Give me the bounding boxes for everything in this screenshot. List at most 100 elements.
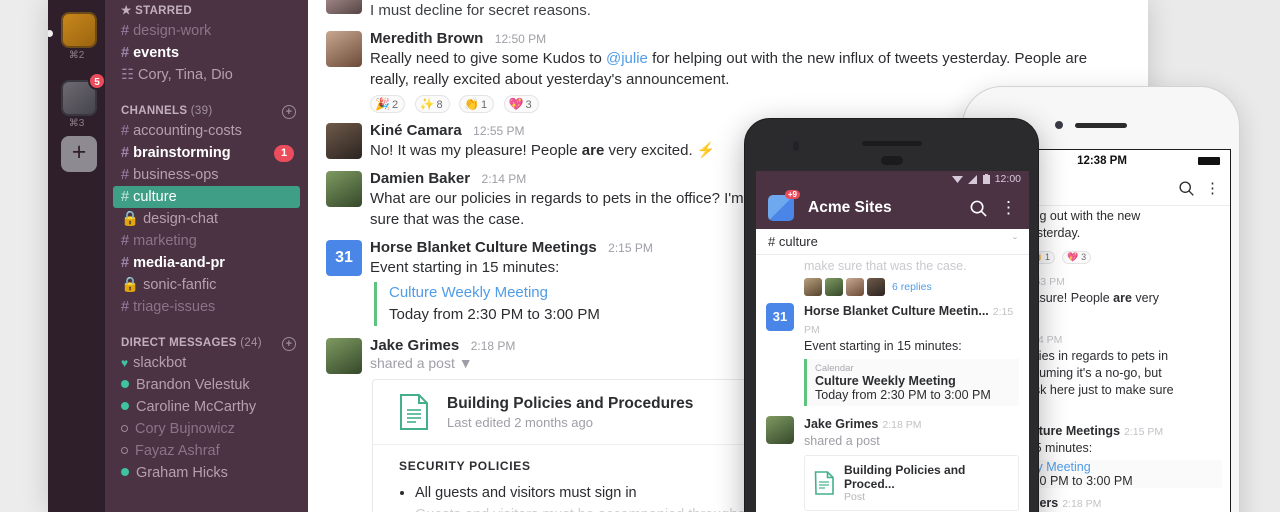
avatar[interactable] [326, 31, 362, 67]
post-attachment-card[interactable]: Building Policies and Proced... Post [804, 455, 1019, 511]
search-icon[interactable] [1178, 180, 1195, 197]
sidebar-item-marketing[interactable]: # marketing [105, 230, 308, 252]
message-timestamp: 2:18 PM [882, 419, 922, 431]
shared-post-label: shared a post [804, 434, 880, 448]
presence-online-icon [121, 468, 129, 476]
sidebar-item-brandon-velestuk[interactable]: Brandon Velestuk [105, 374, 308, 396]
sidebar-item-business-ops[interactable]: # business-ops [105, 164, 308, 186]
reaction-emoji: ✨ [419, 97, 435, 111]
message-author[interactable]: Horse Blanket Culture Meetin... [804, 304, 989, 318]
thread-avatar [825, 278, 843, 296]
sidebar-item-label: design-work [133, 23, 212, 39]
hash-icon: # [121, 123, 130, 139]
sidebar-item-label: design-chat [143, 211, 219, 227]
avatar[interactable] [326, 0, 362, 14]
thread-avatar [846, 278, 864, 296]
page-background [0, 0, 48, 512]
reaction-pill[interactable]: 💖 3 [1062, 251, 1092, 264]
message-timestamp: 2:18 PM [470, 339, 516, 353]
sidebar-item-label: Cory, Tina, Dio [138, 67, 233, 83]
reaction-pill[interactable]: 👏 1 [459, 95, 495, 113]
message-timestamp: 12:50 PM [494, 32, 547, 46]
add-channel-icon[interactable]: + [282, 105, 296, 119]
message-author[interactable]: Horse Blanket Culture Meetings [370, 239, 597, 256]
channel-name[interactable]: # culture [768, 234, 1013, 249]
workspace-unread-badge: 5 [88, 72, 106, 90]
message-timestamp: 2:15 PM [608, 241, 653, 255]
hash-icon: # [121, 45, 130, 61]
search-icon[interactable] [969, 199, 988, 218]
chevron-down-icon[interactable]: ˇ [1013, 235, 1017, 249]
overflow-menu-icon[interactable]: ⋮ [1205, 181, 1220, 196]
sidebar-item-accounting-costs[interactable]: # accounting-costs [105, 120, 308, 142]
sidebar-item-fayaz-ashraf[interactable]: Fayaz Ashraf [105, 440, 308, 462]
sidebar-item-label: Caroline McCarthy [136, 399, 257, 415]
sidebar-item-label: media-and-pr [133, 255, 225, 271]
sidebar-item-media-and-pr[interactable]: # media-and-pr [105, 252, 308, 274]
android-message-list: make sure that was the case. 6 replies 3… [756, 255, 1029, 512]
sidebar-item-caroline-mccarthy[interactable]: Caroline McCarthy [105, 396, 308, 418]
presence-away-icon [121, 425, 128, 432]
sidebar-item-events[interactable]: # events [105, 42, 308, 64]
sidebar-item-label: slackbot [133, 355, 187, 371]
reaction-pill[interactable]: 💖 3 [503, 95, 539, 113]
post-title[interactable]: Building Policies and Proced... [844, 463, 1009, 491]
add-dm-icon[interactable]: + [282, 337, 296, 351]
message-author[interactable]: Kiné Camara [370, 122, 462, 139]
post-title[interactable]: Building Policies and Procedures [447, 395, 693, 413]
event-attachment[interactable]: Calendar Culture Weekly Meeting Today fr… [804, 359, 1019, 406]
message-jake-grimes: Jake Grimes 2:18 PM shared a post Buildi… [766, 415, 1019, 512]
android-status-bar: 12:00 [756, 171, 1029, 187]
user-mention[interactable]: @julie [606, 50, 648, 67]
sidebar-item-triage-issues[interactable]: # triage-issues [105, 296, 308, 318]
wifi-icon [951, 175, 963, 183]
android-top-bar: +9 Acme Sites ⋮ [756, 187, 1029, 229]
add-workspace-button[interactable]: + [61, 136, 97, 172]
sidebar-item-design-work[interactable]: # design-work [105, 20, 308, 42]
message-author[interactable]: Meredith Brown [370, 30, 483, 47]
sidebar-item-sonic-fanfic[interactable]: 🔒 sonic-fanfic [105, 274, 308, 296]
avatar[interactable] [766, 416, 794, 444]
reaction-pill[interactable]: ✨ 8 [414, 95, 450, 113]
sidebar-item-label: Brandon Velestuk [136, 377, 250, 393]
workspace-tile-1[interactable] [61, 12, 97, 48]
sidebar-item-graham-hicks[interactable]: Graham Hicks [105, 462, 308, 484]
chevron-down-icon[interactable]: ▼ [459, 355, 473, 371]
avatar[interactable] [326, 171, 362, 207]
screenshot-stage: ⌘2 5 ⌘3 + ★ STARRED # design-work # even… [0, 0, 1280, 512]
starred-header: ★ STARRED [121, 5, 192, 17]
thread-replies[interactable]: 6 replies [766, 278, 1019, 296]
sidebar-item-slackbot[interactable]: ♥ slackbot [105, 352, 308, 374]
sidebar-item-brainstorming[interactable]: # brainstorming 1 [105, 142, 308, 164]
calendar-app-icon[interactable]: 31 [766, 303, 794, 331]
lock-icon: 🔒 [121, 277, 140, 293]
text-part: very excited. ⚡ [604, 142, 716, 159]
sidebar-item-label: Cory Bujnowicz [135, 421, 235, 437]
sidebar-item-design-chat[interactable]: 🔒 design-chat [105, 208, 308, 230]
reply-count-link[interactable]: 6 replies [892, 281, 932, 293]
message-author[interactable]: Jake Grimes [370, 337, 459, 354]
message-author[interactable]: Damien Baker [370, 170, 470, 187]
channels-header: CHANNELS (39) + [105, 102, 308, 120]
reaction-pill[interactable]: 🎉 2 [370, 95, 406, 113]
message-timestamp: 2:18 PM [1062, 498, 1102, 510]
calendar-app-icon[interactable]: 31 [326, 240, 362, 276]
android-screen: 12:00 +9 Acme Sites ⋮ # culture ˇ make s… [756, 171, 1029, 512]
avatar[interactable] [326, 338, 362, 374]
sidebar-item-group-dm[interactable]: ☷ Cory, Tina, Dio [105, 64, 308, 86]
avatar[interactable] [326, 123, 362, 159]
app-logo-icon[interactable]: +9 [768, 190, 800, 221]
presence-online-icon [121, 380, 129, 388]
hash-icon: # [121, 233, 130, 249]
android-channel-bar[interactable]: # culture ˇ [756, 229, 1029, 255]
workspace-shortcut-1: ⌘2 [68, 50, 85, 61]
message-author[interactable]: Jake Grimes [804, 417, 878, 431]
sidebar-item-cory-bujnowicz[interactable]: Cory Bujnowicz [105, 418, 308, 440]
thread-avatar [804, 278, 822, 296]
workspace-title[interactable]: Acme Sites [808, 199, 969, 217]
sidebar-item-label: events [133, 45, 180, 61]
sidebar-item-culture[interactable]: # culture [113, 186, 300, 208]
sidebar-item-label: accounting-costs [133, 123, 242, 139]
event-title[interactable]: Culture Weekly Meeting [815, 374, 1011, 388]
overflow-menu-icon[interactable]: ⋮ [1000, 199, 1017, 216]
